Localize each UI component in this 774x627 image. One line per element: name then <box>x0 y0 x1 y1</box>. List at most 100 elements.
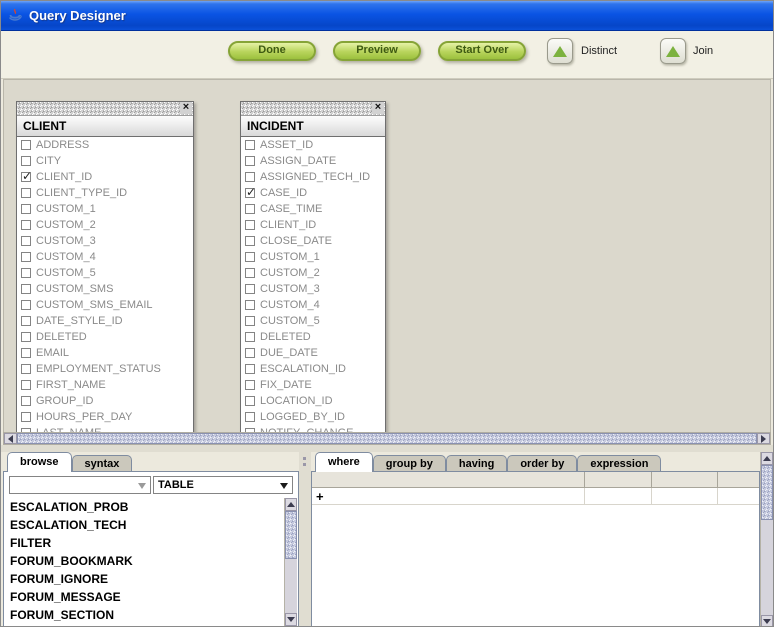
field-row[interactable]: CUSTOM_4 <box>17 249 193 265</box>
vertical-splitter[interactable] <box>299 452 311 627</box>
scrollbar-thumb[interactable] <box>761 465 773 520</box>
field-checkbox[interactable] <box>21 140 31 150</box>
column-header[interactable] <box>312 472 585 488</box>
table-list-item[interactable]: ESCALATION_PROB <box>5 498 284 516</box>
clause-cell[interactable] <box>718 488 759 505</box>
add-condition-button[interactable]: + <box>316 490 324 503</box>
field-row[interactable]: CUSTOM_4 <box>241 297 385 313</box>
table-list-item[interactable]: ESCALATION_TECH <box>5 516 284 534</box>
field-row[interactable]: CITY <box>17 153 193 169</box>
field-row[interactable]: EMPLOYMENT_STATUS <box>17 361 193 377</box>
field-row[interactable]: NOTIFY_CHANGE <box>241 425 385 432</box>
field-row[interactable]: CUSTOM_2 <box>17 217 193 233</box>
field-row[interactable]: CASE_TIME <box>241 201 385 217</box>
field-row[interactable]: CUSTOM_5 <box>17 265 193 281</box>
tab[interactable]: syntax <box>72 455 133 471</box>
tab[interactable]: browse <box>7 452 72 471</box>
field-row[interactable]: DELETED <box>17 329 193 345</box>
field-checkbox[interactable] <box>21 396 31 406</box>
field-row[interactable]: CLIENT_TYPE_ID <box>17 185 193 201</box>
clause-scrollbar[interactable] <box>760 452 773 627</box>
tab[interactable]: group by <box>373 455 446 471</box>
field-checkbox[interactable] <box>245 380 255 390</box>
field-row[interactable]: ASSIGN_DATE <box>241 153 385 169</box>
field-checkbox[interactable] <box>245 220 255 230</box>
field-row[interactable]: CUSTOM_2 <box>241 265 385 281</box>
field-checkbox[interactable] <box>21 268 31 278</box>
scroll-down-button[interactable] <box>285 613 297 626</box>
field-row[interactable]: LOCATION_ID <box>241 393 385 409</box>
field-row[interactable]: CUSTOM_3 <box>241 281 385 297</box>
scroll-down-button[interactable] <box>761 615 773 627</box>
field-checkbox[interactable] <box>245 236 255 246</box>
field-checkbox[interactable] <box>245 396 255 406</box>
field-checkbox[interactable] <box>21 252 31 262</box>
distinct-toggle-button[interactable] <box>547 38 573 64</box>
field-checkbox[interactable] <box>245 204 255 214</box>
field-row[interactable]: CUSTOM_1 <box>241 249 385 265</box>
field-checkbox[interactable] <box>245 172 255 182</box>
tab[interactable]: where <box>315 452 373 471</box>
field-row[interactable]: ADDRESS <box>17 137 193 153</box>
client-frame-titlebar[interactable]: × <box>17 102 193 116</box>
field-checkbox[interactable] <box>21 316 31 326</box>
field-row[interactable]: GROUP_ID <box>17 393 193 409</box>
scroll-up-button[interactable] <box>285 498 297 511</box>
filter-input[interactable] <box>10 477 134 493</box>
field-checkbox[interactable] <box>21 364 31 374</box>
field-checkbox[interactable] <box>245 268 255 278</box>
column-header[interactable] <box>718 472 759 488</box>
field-row[interactable]: EMAIL <box>17 345 193 361</box>
field-checkbox[interactable] <box>21 236 31 246</box>
field-row[interactable]: CUSTOM_SMS_EMAIL <box>17 297 193 313</box>
preview-button[interactable]: Preview <box>333 41 421 61</box>
field-checkbox[interactable] <box>245 300 255 310</box>
field-checkbox[interactable] <box>21 300 31 310</box>
combo-arrow-button[interactable] <box>276 477 292 493</box>
table-list-item[interactable]: FORUM_IGNORE <box>5 570 284 588</box>
scroll-up-button[interactable] <box>761 452 773 465</box>
field-checkbox[interactable] <box>245 412 255 422</box>
field-row[interactable]: CUSTOM_5 <box>241 313 385 329</box>
tab[interactable]: expression <box>577 455 661 471</box>
field-checkbox[interactable] <box>21 332 31 342</box>
field-checkbox[interactable] <box>245 364 255 374</box>
scroll-left-button[interactable] <box>4 433 17 444</box>
close-icon[interactable]: × <box>180 102 192 114</box>
field-row[interactable]: ASSET_ID <box>241 137 385 153</box>
join-toggle-button[interactable] <box>660 38 686 64</box>
table-list-item[interactable]: FILTER <box>5 534 284 552</box>
field-row[interactable]: FIRST_NAME <box>17 377 193 393</box>
field-checkbox[interactable] <box>245 332 255 342</box>
field-row[interactable]: CLOSE_DATE <box>241 233 385 249</box>
field-checkbox[interactable] <box>21 284 31 294</box>
clause-cell[interactable] <box>585 488 652 505</box>
scroll-right-button[interactable] <box>757 433 770 444</box>
field-checkbox[interactable] <box>21 348 31 358</box>
field-row[interactable]: DATE_STYLE_ID <box>17 313 193 329</box>
field-row[interactable]: CUSTOM_SMS <box>17 281 193 297</box>
field-checkbox[interactable] <box>245 284 255 294</box>
field-row[interactable]: FIX_DATE <box>241 377 385 393</box>
field-checkbox[interactable] <box>21 412 31 422</box>
field-checkbox[interactable] <box>21 220 31 230</box>
field-row[interactable]: CUSTOM_1 <box>17 201 193 217</box>
canvas-horizontal-scrollbar[interactable] <box>3 432 771 445</box>
field-row[interactable]: ESCALATION_ID <box>241 361 385 377</box>
tab[interactable]: order by <box>507 455 577 471</box>
field-checkbox[interactable] <box>245 140 255 150</box>
field-checkbox[interactable] <box>245 252 255 262</box>
combo-arrow-button[interactable] <box>134 477 150 493</box>
clause-cell[interactable]: + <box>312 488 585 505</box>
column-header[interactable] <box>585 472 652 488</box>
horizontal-splitter[interactable] <box>1 445 773 452</box>
clause-cell[interactable] <box>652 488 718 505</box>
field-checkbox[interactable] <box>21 380 31 390</box>
field-row[interactable]: LOGGED_BY_ID <box>241 409 385 425</box>
field-checkbox[interactable] <box>245 156 255 166</box>
field-checkbox[interactable] <box>21 188 31 198</box>
incident-frame-titlebar[interactable]: × <box>241 102 385 116</box>
field-checkbox[interactable] <box>245 316 255 326</box>
field-row[interactable]: HOURS_PER_DAY <box>17 409 193 425</box>
object-type-combobox[interactable]: TABLE <box>153 476 293 494</box>
